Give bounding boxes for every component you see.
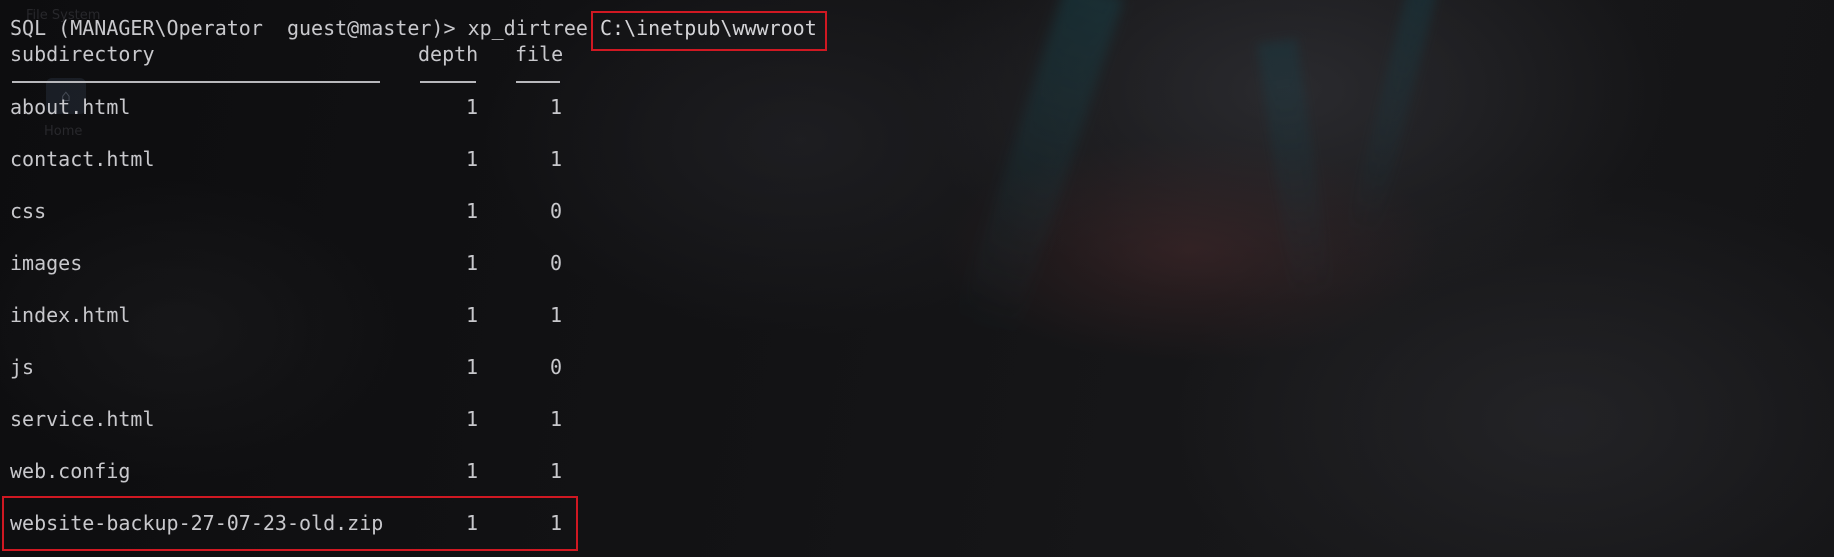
table-row: service.html 1 1 [0, 405, 600, 433]
backup-file-highlight-box [2, 496, 578, 551]
table-row: index.html 1 1 [0, 301, 600, 329]
table-row: js 1 0 [0, 353, 600, 381]
table-row: contact.html 1 1 [0, 145, 600, 173]
row-depth: 1 [465, 459, 478, 483]
row-subdirectory: js [10, 355, 35, 379]
row-file: 1 [549, 303, 562, 327]
prompt-text: SQL (MANAGER\Operator guest@master)> [10, 16, 468, 40]
header-underline-file [516, 81, 560, 83]
wallpaper-streak [1257, 38, 1333, 302]
row-depth: 1 [465, 147, 478, 171]
row-file: 1 [549, 407, 562, 431]
row-file: 0 [549, 355, 562, 379]
row-depth: 1 [465, 303, 478, 327]
table-row: css 1 0 [0, 197, 600, 225]
header-underline-subdirectory [12, 81, 380, 83]
header-underline-depth [420, 81, 476, 83]
row-file: 1 [549, 95, 562, 119]
row-file: 0 [549, 251, 562, 275]
row-depth: 1 [465, 251, 478, 275]
column-header-subdirectory: subdirectory [10, 42, 155, 66]
row-subdirectory: index.html [10, 303, 131, 327]
column-header-file: file [515, 42, 564, 66]
terminal-window[interactable]: File System ⌂ Home SQL (MANAGER\Operator… [0, 0, 1834, 557]
command-text: xp_dirtree [467, 16, 601, 40]
row-file: 1 [549, 147, 562, 171]
row-subdirectory: contact.html [10, 147, 155, 171]
row-depth: 1 [465, 199, 478, 223]
row-subdirectory: service.html [10, 407, 155, 431]
row-depth: 1 [465, 95, 478, 119]
table-row: about.html 1 1 [0, 93, 600, 121]
row-subdirectory: images [10, 251, 83, 275]
table-row: images 1 0 [0, 249, 600, 277]
row-file: 1 [549, 459, 562, 483]
wallpaper-streak [1346, 0, 1444, 240]
wallpaper-streak [955, 0, 1125, 341]
row-subdirectory: web.config [10, 459, 131, 483]
row-subdirectory: css [10, 199, 47, 223]
row-subdirectory: about.html [10, 95, 131, 119]
path-highlight-box [591, 11, 827, 51]
row-depth: 1 [465, 355, 478, 379]
row-file: 0 [549, 199, 562, 223]
row-depth: 1 [465, 407, 478, 431]
table-row: web.config 1 1 [0, 457, 600, 485]
column-header-depth: depth [418, 42, 479, 66]
